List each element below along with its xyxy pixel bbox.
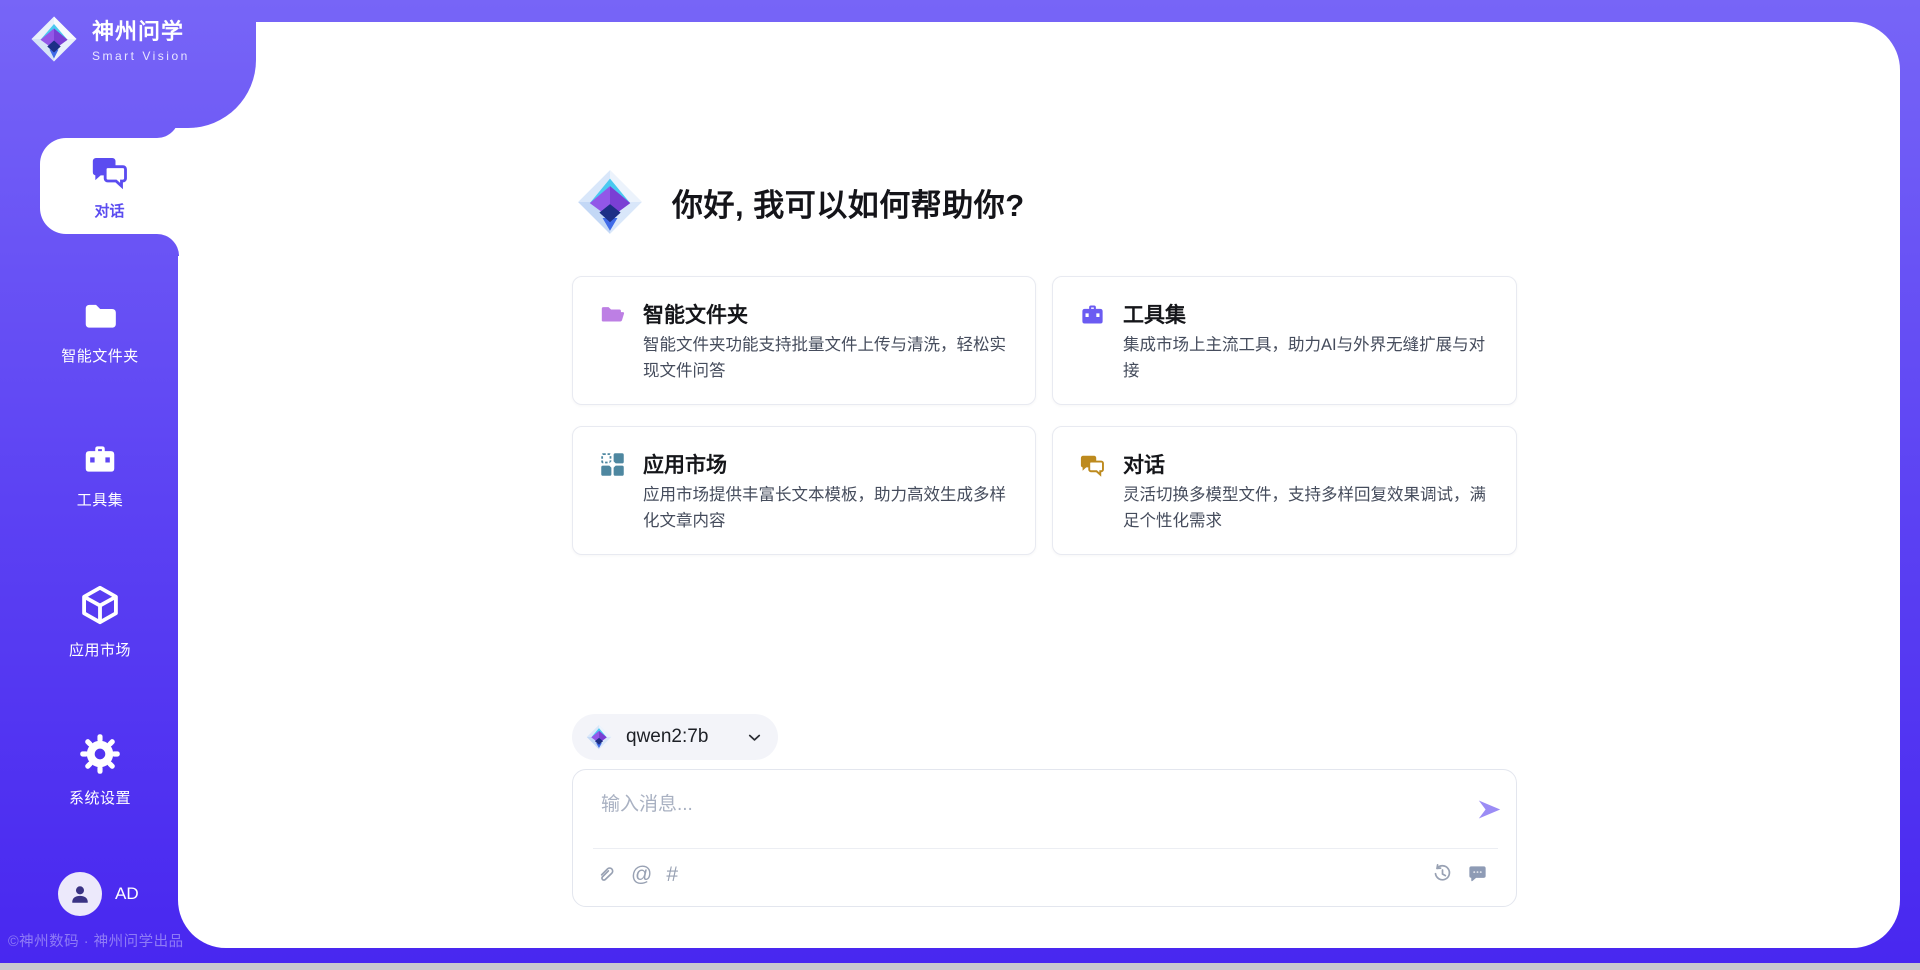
folder-icon: [599, 301, 626, 328]
topic-icon[interactable]: #: [666, 862, 678, 888]
attachment-icon[interactable]: [595, 863, 617, 887]
toolbox-icon: [81, 440, 119, 478]
copyright-footer: ©神州数码 · 神州问学出品: [8, 930, 198, 951]
card-toolset[interactable]: 工具集 集成市场上主流工具，助力AI与外界无缝扩展与对接: [1052, 276, 1517, 405]
chevron-down-icon: [745, 728, 764, 747]
feedback-icon[interactable]: [1466, 862, 1489, 885]
gear-icon: [78, 732, 122, 776]
sidebar-item-label: 应用市场: [69, 639, 131, 660]
card-description: 应用市场提供丰富长文本模板，助力高效生成多样化文章内容: [643, 483, 1015, 534]
user-profile[interactable]: AD: [58, 872, 139, 916]
card-title: 对话: [1123, 449, 1165, 479]
person-icon: [67, 881, 93, 907]
model-name: qwen2:7b: [626, 726, 731, 748]
window-bottom-edge: [0, 963, 1920, 970]
avatar: [58, 872, 102, 916]
card-title: 工具集: [1123, 299, 1186, 329]
brand-subtitle: Smart Vision: [92, 49, 190, 63]
card-chat[interactable]: 对话 灵活切换多模型文件，支持多样回复效果调试，满足个性化需求: [1052, 426, 1517, 555]
card-title: 智能文件夹: [643, 299, 748, 329]
tab-notch-bottom: [157, 234, 179, 256]
app-market-icon: [77, 582, 123, 628]
model-selector[interactable]: qwen2:7b: [572, 714, 778, 760]
model-diamond-icon: [586, 724, 612, 750]
folder-icon: [81, 296, 119, 334]
send-icon[interactable]: [1476, 796, 1503, 823]
sidebar-item-system-settings[interactable]: 系统设置: [10, 732, 190, 808]
brand-name: 神州问学: [92, 14, 190, 46]
sidebar-item-label: 工具集: [77, 489, 124, 510]
assistant-diamond-logo-icon: [576, 168, 644, 236]
card-app-market[interactable]: 应用市场 应用市场提供丰富长文本模板，助力高效生成多样化文章内容: [572, 426, 1036, 555]
sidebar-item-toolset[interactable]: 工具集: [10, 440, 190, 510]
chat-icon: [90, 151, 130, 191]
brand: 神州问学 Smart Vision: [30, 14, 190, 63]
sidebar-item-label: 智能文件夹: [61, 345, 139, 366]
brand-diamond-logo-icon: [30, 15, 78, 63]
toolbox-icon: [1079, 301, 1106, 328]
history-icon[interactable]: [1431, 862, 1454, 885]
card-description: 集成市场上主流工具，助力AI与外界无缝扩展与对接: [1123, 333, 1495, 384]
sidebar-item-app-market[interactable]: 应用市场: [10, 582, 190, 660]
composer-divider: [593, 848, 1498, 849]
greeting: 你好, 我可以如何帮助你?: [576, 168, 1025, 236]
chat-icon: [1079, 451, 1106, 478]
card-title: 应用市场: [643, 449, 727, 479]
card-description: 灵活切换多模型文件，支持多样回复效果调试，满足个性化需求: [1123, 483, 1495, 534]
sidebar-item-smart-folder[interactable]: 智能文件夹: [10, 296, 190, 366]
user-initials: AD: [115, 884, 139, 904]
sidebar-item-label: 系统设置: [69, 787, 131, 808]
app-market-icon: [599, 451, 626, 478]
card-description: 智能文件夹功能支持批量文件上传与清洗，轻松实现文件问答: [643, 333, 1015, 384]
message-input[interactable]: [601, 788, 1441, 822]
card-smart-folder[interactable]: 智能文件夹 智能文件夹功能支持批量文件上传与清洗，轻松实现文件问答: [572, 276, 1036, 405]
mention-icon[interactable]: @: [631, 862, 652, 888]
message-composer: @ #: [572, 769, 1517, 907]
sidebar-item-chat[interactable]: 对话: [40, 138, 179, 234]
greeting-title: 你好, 我可以如何帮助你?: [672, 180, 1025, 225]
sidebar-item-label: 对话: [94, 200, 124, 221]
